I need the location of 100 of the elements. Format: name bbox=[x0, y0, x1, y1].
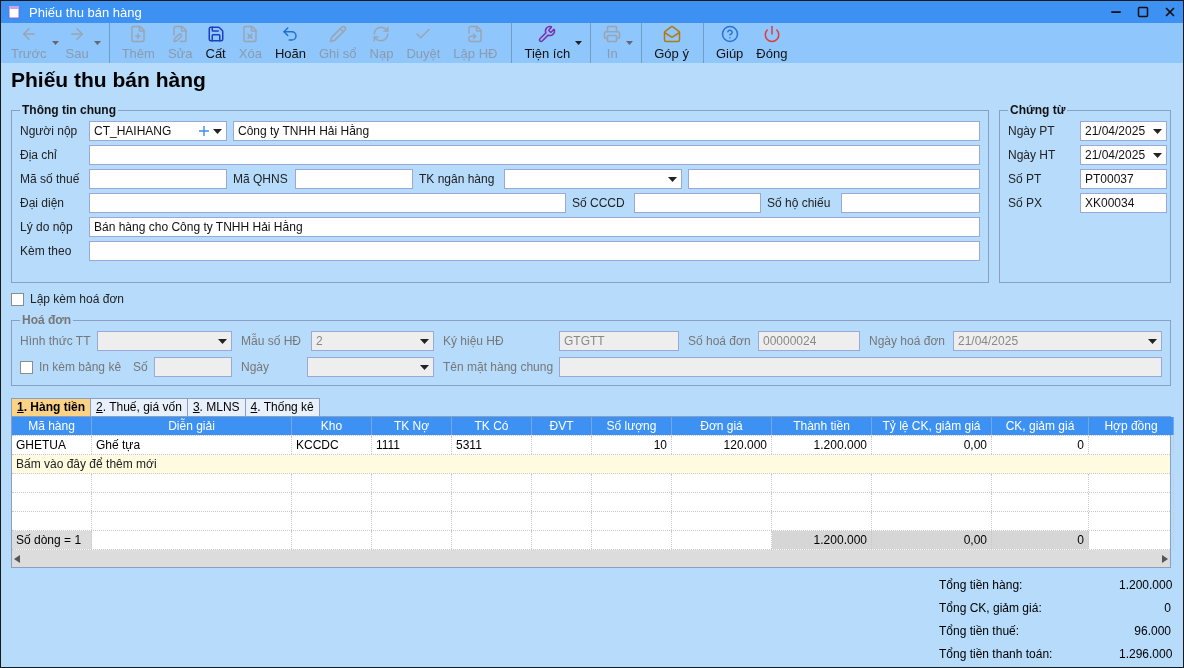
table-cell: 0 bbox=[992, 436, 1089, 454]
right-arrow-icon[interactable] bbox=[1162, 554, 1168, 563]
column-header[interactable]: ĐVT bbox=[532, 417, 592, 435]
field-label: TK ngân hàng bbox=[419, 172, 496, 186]
caret-icon bbox=[1148, 338, 1157, 344]
combo-box[interactable]: CT_HAIHANG bbox=[89, 121, 227, 141]
input-field[interactable]: Công ty TNHH Hải Hằng bbox=[233, 121, 980, 141]
column-header[interactable]: Số lượng bbox=[592, 417, 672, 435]
input-field[interactable] bbox=[89, 145, 980, 165]
field-label: Ngày hoá đơn bbox=[869, 334, 946, 348]
total-label: Tổng tiền hàng: bbox=[939, 578, 1024, 592]
total-cell: 0,00 bbox=[872, 531, 992, 549]
caret-icon bbox=[1153, 128, 1162, 134]
group-title: Chứng từ bbox=[1009, 103, 1067, 117]
field-label: Số PT bbox=[1008, 172, 1043, 186]
field-label: Kèm theo bbox=[20, 244, 73, 258]
field-label: Số hộ chiếu bbox=[767, 196, 832, 210]
field-label: Đại diện bbox=[20, 196, 66, 210]
input-field[interactable] bbox=[841, 193, 980, 213]
input-field[interactable] bbox=[688, 169, 980, 189]
left-arrow-icon[interactable] bbox=[14, 554, 20, 563]
combo-box[interactable]: 21/04/2025 bbox=[1080, 145, 1167, 165]
group-title: Thông tin chung bbox=[21, 103, 117, 117]
input-field[interactable] bbox=[634, 193, 761, 213]
window-title: Phiếu thu bán hàng bbox=[29, 4, 143, 20]
field-label: Số CCCD bbox=[572, 196, 626, 210]
total-value: 0 bbox=[1163, 601, 1171, 615]
table-cell: KCCDC bbox=[292, 436, 372, 454]
printer-icon bbox=[603, 25, 622, 43]
total-label: Tổng tiền thanh toán: bbox=[939, 647, 1054, 661]
toolbar-button[interactable]: Hoãn bbox=[268, 23, 313, 63]
column-header[interactable]: Mã hàng bbox=[12, 417, 92, 435]
refresh-icon bbox=[372, 25, 391, 43]
total-cell: 1.200.000 bbox=[772, 531, 872, 549]
column-header[interactable]: TK Nợ bbox=[372, 417, 452, 435]
horizontal-scrollbar[interactable] bbox=[12, 550, 1170, 567]
field-label: Số bbox=[133, 360, 148, 374]
input-field[interactable] bbox=[89, 169, 227, 189]
tab[interactable]: 3. MLNS bbox=[186, 398, 246, 416]
input-field[interactable] bbox=[89, 193, 566, 213]
wrench-icon bbox=[538, 25, 557, 43]
field-label: Lý do nộp bbox=[20, 220, 74, 234]
checkbox-label: Lập kèm hoá đơn bbox=[30, 292, 124, 306]
column-header[interactable]: Diễn giải bbox=[92, 417, 292, 435]
tab[interactable]: 4. Thống kê bbox=[244, 398, 320, 416]
input-field[interactable]: Bán hàng cho Công ty TNHH Hải Hằng bbox=[89, 217, 980, 237]
floppy-icon bbox=[206, 25, 225, 43]
field-label: Số PX bbox=[1008, 196, 1044, 210]
caret-icon[interactable] bbox=[575, 41, 583, 45]
column-header[interactable]: Tỷ lệ CK, giảm giá bbox=[872, 417, 992, 435]
power-icon bbox=[762, 25, 781, 43]
document-x-icon bbox=[241, 25, 260, 43]
toolbar-button[interactable]: Tiện ích bbox=[518, 23, 592, 63]
field-label: Mã QHNS bbox=[233, 172, 289, 186]
document-plus-icon bbox=[129, 25, 148, 43]
column-header[interactable]: TK Có bbox=[452, 417, 532, 435]
input-field[interactable]: PT00037 bbox=[1080, 169, 1167, 189]
toolbar-button[interactable]: Giúp bbox=[709, 23, 751, 63]
form-heading: Phiếu thu bán hàng bbox=[11, 67, 207, 93]
table-cell: Ghế tựa bbox=[92, 436, 292, 454]
tab[interactable]: 2. Thuế, giá vốn bbox=[90, 398, 188, 416]
new-row-hint[interactable]: Bấm vào đây để thêm mới bbox=[12, 455, 161, 473]
field-label: Ngày bbox=[241, 360, 270, 374]
table-cell: 120.000 bbox=[672, 436, 772, 454]
close-icon[interactable] bbox=[1163, 5, 1177, 19]
field-label: Hình thức TT bbox=[20, 334, 91, 348]
column-header[interactable]: Hợp đồng bbox=[1089, 417, 1174, 435]
column-header[interactable]: Đơn giá bbox=[672, 417, 772, 435]
total-value: 1.200.000 bbox=[1119, 578, 1171, 592]
checkbox-label: In kèm bảng kê bbox=[39, 360, 122, 374]
plus-icon[interactable] bbox=[199, 126, 209, 136]
toolbar-button[interactable]: Góp ý bbox=[648, 23, 704, 63]
document-arrow-icon bbox=[466, 25, 485, 43]
input-field[interactable]: XK00034 bbox=[1080, 193, 1167, 213]
field-label: Người nộp bbox=[20, 124, 79, 138]
help-icon bbox=[720, 25, 739, 43]
combo-box[interactable] bbox=[504, 169, 682, 189]
toolbar-button[interactable]: Đóng bbox=[750, 23, 795, 63]
field-label: Mã số thuế bbox=[20, 172, 81, 186]
caret-icon bbox=[668, 176, 677, 182]
total-value: 96.000 bbox=[1133, 624, 1171, 638]
table-cell: 1.200.000 bbox=[772, 436, 872, 454]
input-field[interactable] bbox=[89, 241, 980, 261]
caret-icon bbox=[420, 364, 429, 370]
caret-icon bbox=[218, 338, 227, 344]
maximize-icon[interactable] bbox=[1137, 6, 1149, 18]
column-header[interactable]: Kho bbox=[292, 417, 372, 435]
column-header[interactable]: CK, giảm giá bbox=[992, 417, 1089, 435]
column-header[interactable]: Thành tiền bbox=[772, 417, 872, 435]
toolbar-button[interactable]: Cất bbox=[199, 23, 233, 63]
field-label: Số hoá đơn bbox=[688, 334, 752, 348]
field-label: Ký hiệu HĐ bbox=[443, 334, 505, 348]
field-label: Tên mặt hàng chung bbox=[443, 360, 553, 374]
total-label: Tổng CK, giảm giá: bbox=[939, 601, 1043, 615]
tab[interactable]: 1. Hàng tiền bbox=[11, 398, 92, 416]
input-field[interactable] bbox=[295, 169, 413, 189]
notepad-icon bbox=[7, 5, 21, 19]
checkbox[interactable] bbox=[11, 292, 24, 306]
combo-box[interactable]: 21/04/2025 bbox=[1080, 121, 1167, 141]
total-value: 1.296.000 bbox=[1119, 647, 1171, 661]
